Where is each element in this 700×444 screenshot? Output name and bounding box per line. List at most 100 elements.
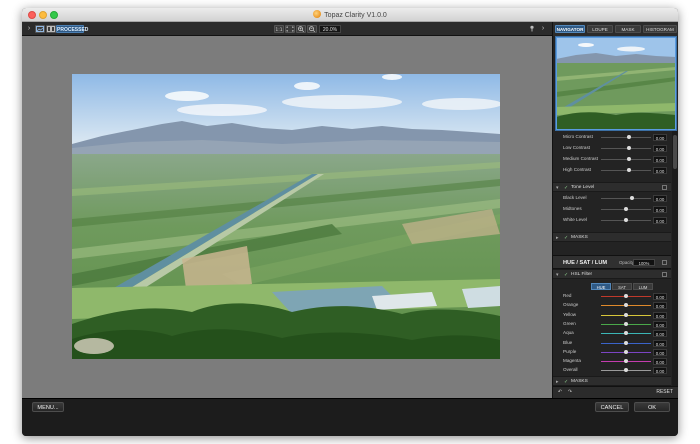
split-view-icon[interactable] xyxy=(46,25,56,33)
group-toggle-box[interactable] xyxy=(662,260,667,265)
slider-track[interactable] xyxy=(601,198,651,199)
slider-value-field[interactable]: 0.00 xyxy=(653,293,667,300)
enable-check-icon[interactable]: ✓ xyxy=(564,272,568,278)
slider-track[interactable] xyxy=(601,159,651,160)
tab-sat[interactable]: SAT xyxy=(612,283,632,290)
slider-value-field[interactable]: 0.00 xyxy=(653,320,667,328)
opacity-label: Opacity xyxy=(619,260,634,265)
slider-knob[interactable] xyxy=(624,303,628,308)
slider-knob[interactable] xyxy=(624,207,628,211)
slider-value-field[interactable]: 0.00 xyxy=(653,330,667,338)
info-icon[interactable] xyxy=(528,25,536,33)
tab-lum[interactable]: LUM xyxy=(633,283,653,290)
slider-knob[interactable] xyxy=(627,135,631,139)
slider-knob[interactable] xyxy=(627,146,631,150)
slider-label: Low Contrast xyxy=(563,145,591,150)
slider-label: Overall xyxy=(563,367,578,373)
slider-knob[interactable] xyxy=(624,331,628,336)
enable-check-icon[interactable]: ✓ xyxy=(564,235,568,241)
tab-hue[interactable]: HUE xyxy=(591,283,611,290)
tab-mask[interactable]: MASK xyxy=(615,25,641,33)
slider-track[interactable] xyxy=(601,170,651,171)
slider-knob[interactable] xyxy=(630,196,634,200)
slider-knob[interactable] xyxy=(627,157,631,161)
zoom-level-field[interactable]: 20.0% xyxy=(319,25,341,33)
expand-arrow-icon[interactable]: ▾ xyxy=(556,185,559,191)
slider-value-field[interactable]: 0.00 xyxy=(653,367,667,375)
slider-value-field[interactable]: 0.00 xyxy=(653,217,667,224)
slider-value-field[interactable]: 0.00 xyxy=(653,206,667,213)
navigator-thumbnail[interactable] xyxy=(555,36,677,131)
hsl-filter-section[interactable]: ▾ ✓ HSL Filter xyxy=(553,269,671,279)
tab-loupe[interactable]: LOUPE xyxy=(587,25,613,33)
slider-value-field[interactable]: 0.00 xyxy=(653,339,667,347)
tab-navigator[interactable]: NAVIGATOR xyxy=(555,25,585,33)
slider-value-field[interactable]: 0.00 xyxy=(653,167,667,174)
slider-knob[interactable] xyxy=(624,312,628,317)
enable-check-icon[interactable]: ✓ xyxy=(564,185,568,191)
slider-track[interactable] xyxy=(601,137,651,138)
tone-level-section[interactable]: ▾ ✓ Tone Level xyxy=(553,182,671,192)
processed-button[interactable]: PROCESSED xyxy=(56,25,88,33)
panel-footer: ↶ ↷ RESET xyxy=(553,386,678,398)
window-title-wrap: Topaz Clarity V1.0.0 xyxy=(22,10,678,19)
slider-knob[interactable] xyxy=(627,168,631,172)
navigator-view-box[interactable] xyxy=(556,37,676,130)
photo-preview[interactable] xyxy=(72,74,500,359)
tone-level-label: Tone Level xyxy=(571,185,595,190)
slider-value-field[interactable]: 0.00 xyxy=(653,348,667,356)
slider-knob[interactable] xyxy=(624,321,628,326)
slider-row: Black Level 0.00 xyxy=(553,194,671,204)
scrollbar-thumb[interactable] xyxy=(673,135,677,169)
hsl-group-header[interactable]: HUE / SAT / LUM Opacity 100% xyxy=(553,255,671,269)
masks-section-2[interactable]: ▸ ✓ MASKS xyxy=(553,376,671,386)
slider-value-field[interactable]: 0.00 xyxy=(653,358,667,366)
collapse-arrow-icon[interactable]: ▸ xyxy=(556,379,559,385)
collapse-arrow-icon[interactable]: ▸ xyxy=(556,235,559,241)
single-view-icon[interactable] xyxy=(35,25,45,33)
slider-track[interactable] xyxy=(601,148,651,149)
slider-knob[interactable] xyxy=(624,340,628,345)
undo-icon[interactable]: ↶ xyxy=(556,389,564,396)
image-canvas[interactable] xyxy=(22,36,552,398)
ok-button[interactable]: OK xyxy=(634,402,670,412)
opacity-select[interactable]: 100% xyxy=(633,259,655,266)
slider-value-field[interactable]: 0.00 xyxy=(653,134,667,141)
slider-label: Aqua xyxy=(563,330,574,336)
slider-row: Overall 0.00 xyxy=(553,366,671,376)
slider-row: Micro Contrast 0.00 xyxy=(553,133,671,143)
actual-size-icon[interactable]: 1:1 xyxy=(274,25,284,33)
zoom-in-icon[interactable] xyxy=(296,25,306,33)
toggle-right-panel-button[interactable]: › xyxy=(539,25,547,33)
slider-knob[interactable] xyxy=(624,218,628,222)
slider-row: Low Contrast 0.00 xyxy=(553,144,671,154)
zoom-out-icon[interactable] xyxy=(307,25,317,33)
slider-knob[interactable] xyxy=(624,359,628,364)
slider-value-field[interactable]: 0.00 xyxy=(653,145,667,152)
fit-screen-icon[interactable] xyxy=(285,25,295,33)
slider-label: Green xyxy=(563,320,576,326)
section-toggle-box[interactable] xyxy=(662,185,667,190)
redo-icon[interactable]: ↷ xyxy=(566,389,574,396)
slider-knob[interactable] xyxy=(624,349,628,354)
toggle-left-panel-button[interactable]: › xyxy=(26,25,32,33)
app-window: Topaz Clarity V1.0.0 › PROCESSED 1:1 20.… xyxy=(22,8,678,436)
cancel-button[interactable]: CANCEL xyxy=(595,402,629,412)
slider-value-field[interactable]: 0.00 xyxy=(653,195,667,202)
menu-button[interactable]: MENU... xyxy=(32,402,64,412)
slider-label: Magenta xyxy=(563,358,581,364)
masks-section[interactable]: ▸ ✓ MASKS xyxy=(553,232,671,242)
section-toggle-box[interactable] xyxy=(662,272,667,277)
slider-value-field[interactable]: 0.00 xyxy=(653,302,667,310)
tab-histogram[interactable]: HISTOGRAM xyxy=(643,25,677,33)
slider-value-field[interactable]: 0.00 xyxy=(653,156,667,163)
slider-value-field[interactable]: 0.00 xyxy=(653,311,667,319)
panel-scrollbar[interactable] xyxy=(672,131,678,386)
slider-label: Red xyxy=(563,293,572,298)
slider-knob[interactable] xyxy=(624,368,628,373)
enable-check-icon[interactable]: ✓ xyxy=(564,379,568,385)
window-title: Topaz Clarity V1.0.0 xyxy=(324,12,387,19)
reset-button[interactable]: RESET xyxy=(656,389,673,396)
expand-arrow-icon[interactable]: ▾ xyxy=(556,272,559,278)
slider-knob[interactable] xyxy=(624,294,628,298)
